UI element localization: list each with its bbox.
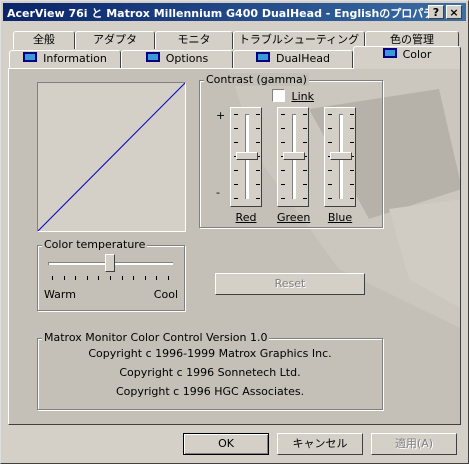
temperature-slider-thumb[interactable] (105, 254, 115, 272)
gamma-slider-green[interactable] (277, 107, 309, 207)
version-heading: Matrox Monitor Color Control Version 1.0 (42, 331, 270, 344)
monitor-icon (382, 48, 397, 59)
tab-troubleshooting[interactable]: トラブルシューティング (233, 31, 365, 49)
copyright-line: Copyright c 1996-1999 Matrox Graphics In… (88, 347, 332, 360)
color-temperature-group: Color temperature Warm Cool (37, 238, 185, 311)
contrast-group: Contrast (gamma) Link + - Red Green Blue (199, 73, 383, 228)
version-info-group: Matrox Monitor Color Control Version 1.0… (37, 331, 383, 410)
tab-options[interactable]: Options (121, 50, 233, 68)
color-tab-panel: Contrast (gamma) Link + - Red Green Blue C… (8, 68, 461, 425)
slider-thumb[interactable] (283, 152, 305, 160)
tab-monitor[interactable]: モニタ (155, 31, 233, 49)
reset-button[interactable]: Reset (215, 273, 365, 295)
monitor-icon (145, 52, 160, 63)
temperature-tick (122, 276, 123, 280)
tab-adapter[interactable]: アダプタ (75, 31, 155, 49)
temperature-tick (110, 276, 111, 280)
properties-dialog: AcerView 76i と Matrox Millennium G400 Du… (0, 0, 469, 464)
slider-label-blue: Blue (327, 211, 353, 224)
link-label: Link (291, 90, 315, 103)
tab-color-label: Color (402, 48, 432, 61)
gamma-curve (37, 82, 186, 232)
apply-button[interactable]: 適用(A) (371, 433, 457, 455)
tab-color[interactable]: Color (353, 46, 461, 69)
temperature-tick (98, 276, 99, 280)
monitor-icon (255, 52, 270, 63)
ok-button[interactable]: OK (183, 433, 269, 455)
temperature-tick (156, 276, 157, 280)
temperature-tick (87, 276, 88, 280)
warm-label: Warm (44, 288, 76, 301)
contrast-group-label: Contrast (gamma) (204, 73, 309, 86)
temperature-tick (64, 276, 65, 280)
gamma-slider-blue[interactable] (324, 107, 356, 207)
title-bar: AcerView 76i と Matrox Millennium G400 Du… (3, 3, 466, 21)
gamma-curve-preview (37, 82, 186, 232)
link-checkbox-row[interactable]: Link (272, 89, 314, 103)
contrast-plus: + (216, 109, 226, 122)
contrast-minus: - (216, 186, 220, 199)
color-temperature-label: Color temperature (42, 238, 148, 251)
slider-label-red: Red (235, 211, 257, 224)
temperature-ticks (52, 276, 169, 280)
cancel-button[interactable]: キャンセル (277, 433, 363, 455)
temperature-tick (75, 276, 76, 280)
temperature-tick (133, 276, 134, 280)
link-checkbox[interactable] (272, 89, 285, 102)
copyright-line: Copyright c 1996 Sonnetech Ltd. (119, 366, 301, 379)
tab-information-label: Information (43, 52, 107, 65)
temperature-tick (52, 276, 53, 280)
close-button[interactable]: × (446, 5, 462, 19)
slider-thumb[interactable] (236, 152, 258, 160)
slider-thumb[interactable] (330, 152, 352, 160)
temperature-tick (145, 276, 146, 280)
tab-options-label: Options (165, 52, 209, 65)
slider-label-green: Green (277, 211, 311, 224)
monitor-icon (23, 52, 38, 63)
cool-label: Cool (153, 288, 178, 301)
tab-information[interactable]: Information (9, 50, 121, 68)
tab-dualhead-label: DualHead (275, 52, 330, 65)
tab-dualhead[interactable]: DualHead (233, 50, 353, 68)
tab-general[interactable]: 全般 (13, 31, 75, 49)
gamma-slider-red[interactable] (230, 107, 262, 207)
window-title: AcerView 76i と Matrox Millennium G400 Du… (7, 7, 445, 20)
temperature-tick (168, 276, 169, 280)
copyright-line: Copyright c 1996 HGC Associates. (115, 385, 305, 398)
help-button[interactable]: ? (428, 5, 444, 19)
